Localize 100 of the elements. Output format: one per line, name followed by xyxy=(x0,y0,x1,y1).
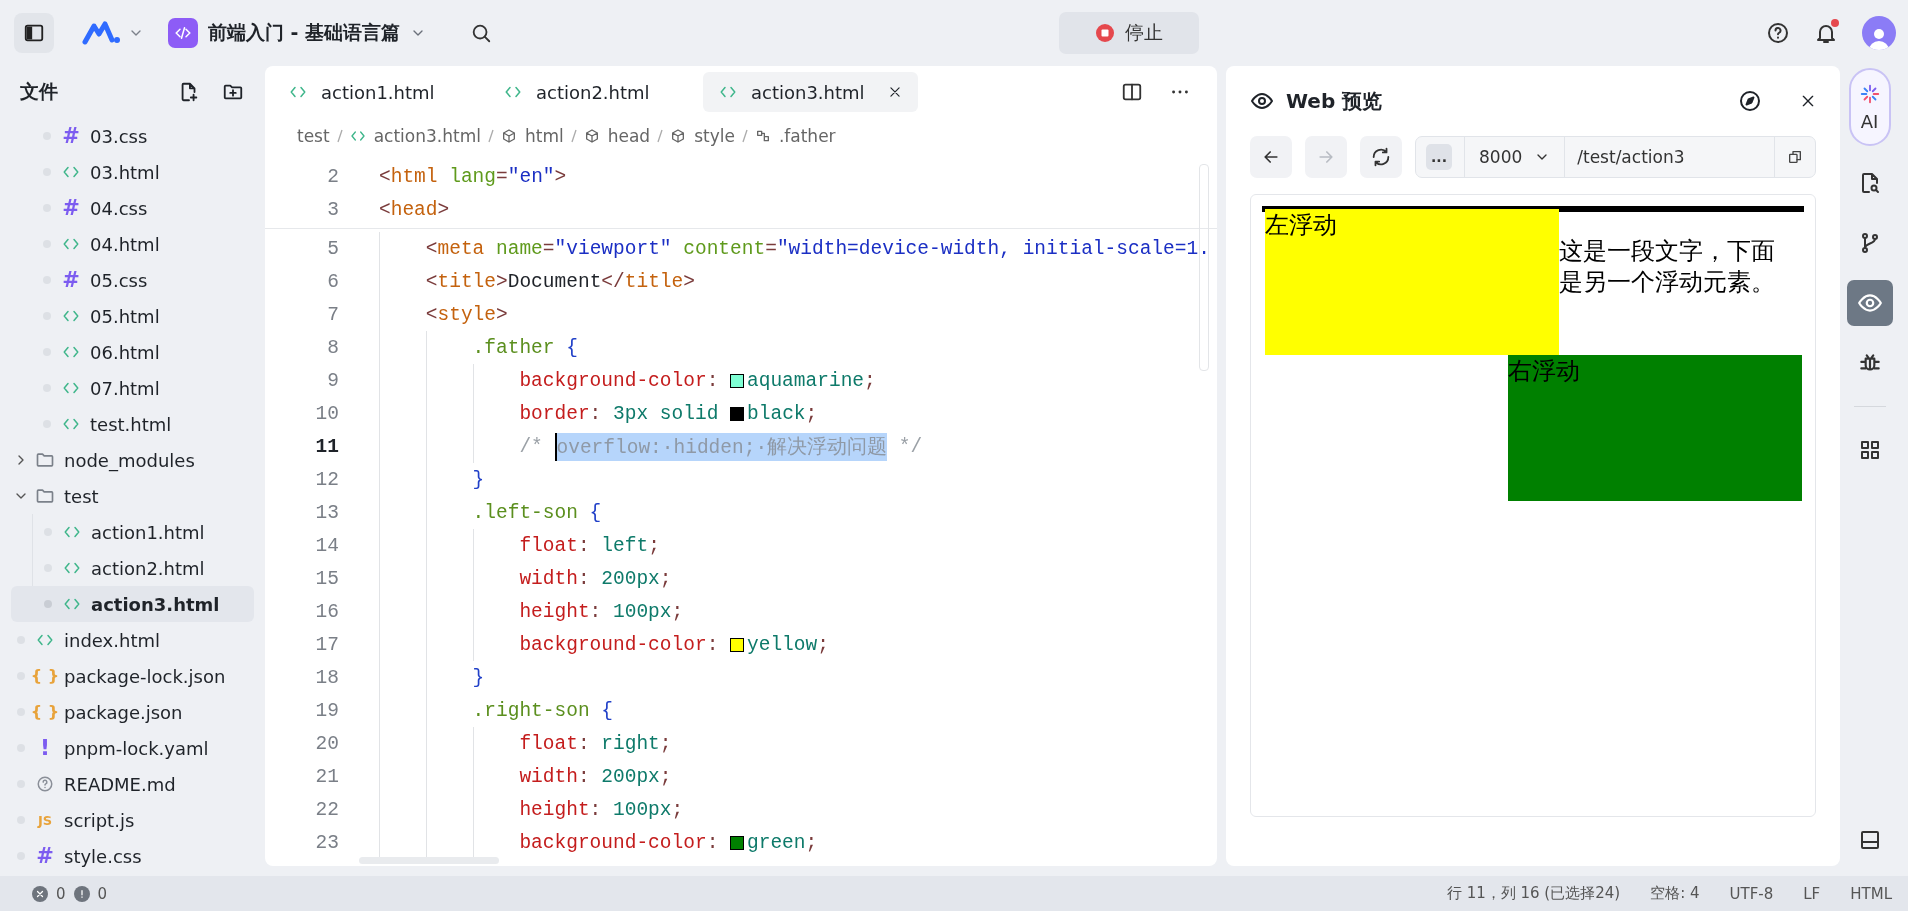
line-number: 18 xyxy=(314,666,339,689)
cube-icon xyxy=(583,128,600,144)
code-token: head xyxy=(390,198,438,221)
hash-icon: # xyxy=(62,125,80,147)
stop-button[interactable]: 停止 xyxy=(1059,12,1200,54)
breadcrumb-item[interactable]: style xyxy=(670,126,735,146)
file-item[interactable]: index.html xyxy=(10,622,254,658)
code-token: .father xyxy=(472,336,555,359)
code-token: ; xyxy=(671,798,684,821)
back-button[interactable] xyxy=(1250,136,1292,178)
close-icon[interactable] xyxy=(1800,93,1816,109)
line-ending[interactable]: LF xyxy=(1803,884,1821,903)
sidebar-toggle-button[interactable] xyxy=(14,13,54,53)
folder-item[interactable]: node_modules xyxy=(10,442,254,478)
file-item[interactable]: # style.css xyxy=(10,838,254,874)
breadcrumb-item[interactable]: .father xyxy=(754,126,836,146)
close-icon[interactable] xyxy=(888,85,902,99)
code-token: left xyxy=(600,534,649,557)
breadcrumb-separator xyxy=(486,128,495,144)
braces-icon: { } xyxy=(30,668,60,684)
editor-tab[interactable]: action2.html xyxy=(488,72,703,112)
file-item[interactable]: action2.html xyxy=(11,550,254,586)
ai-button[interactable]: AI xyxy=(1848,68,1891,146)
warning-icon xyxy=(73,885,90,902)
code-token: "viewport" xyxy=(554,237,672,260)
warning-count[interactable]: 0 xyxy=(97,884,108,903)
file-item[interactable]: 06.html xyxy=(10,334,254,370)
port-select[interactable]: 8000 xyxy=(1464,137,1566,177)
scrollbar[interactable] xyxy=(359,857,499,864)
hash-icon: # xyxy=(62,197,80,219)
color-swatch[interactable] xyxy=(730,637,744,652)
code-token: ; xyxy=(659,567,672,590)
language-mode[interactable]: HTML xyxy=(1850,884,1892,903)
stop-icon xyxy=(1095,23,1116,43)
split-view-icon[interactable] xyxy=(1121,81,1143,103)
copy-icon[interactable] xyxy=(1787,149,1803,165)
indent-setting[interactable]: 空格: 4 xyxy=(1650,884,1700,903)
code-token: background-color xyxy=(519,831,707,854)
color-swatch[interactable] xyxy=(730,835,744,850)
code-token: border xyxy=(519,402,590,425)
breadcrumb-item[interactable]: test xyxy=(297,126,330,146)
code-token: > xyxy=(496,303,508,326)
cursor-position[interactable]: 行 11，列 16 (已选择24) xyxy=(1446,884,1621,903)
file-item[interactable]: README.md xyxy=(10,766,254,802)
code-token: > xyxy=(496,270,508,293)
compass-icon[interactable] xyxy=(1738,89,1762,113)
project-title[interactable]: 前端入门 - 基础语言篇 xyxy=(208,20,401,46)
code-token: : xyxy=(577,534,590,557)
editor-tab[interactable]: action3.html xyxy=(703,72,918,112)
code-token: ; xyxy=(805,831,818,854)
code-token: > xyxy=(437,198,450,221)
code-token: .left-son xyxy=(472,501,578,524)
file-item[interactable]: { } package-lock.json xyxy=(10,658,254,694)
file-item[interactable]: JS script.js xyxy=(10,802,254,838)
more-button[interactable]: ... xyxy=(1426,144,1452,170)
file-item[interactable]: action1.html xyxy=(11,514,254,550)
file-item[interactable]: ! pnpm-lock.yaml xyxy=(10,730,254,766)
file-item[interactable]: 04.html xyxy=(10,226,254,262)
file-item[interactable]: # 05.css xyxy=(10,262,254,298)
breadcrumb-item[interactable]: html xyxy=(500,126,564,146)
file-item[interactable]: 07.html xyxy=(10,370,254,406)
error-count[interactable]: 0 xyxy=(56,884,66,903)
help-icon[interactable] xyxy=(1766,21,1790,45)
file-item[interactable]: { } package.json xyxy=(10,694,254,730)
logo-icon[interactable] xyxy=(82,20,122,46)
breadcrumb-item[interactable]: head xyxy=(583,126,651,146)
refresh-button[interactable] xyxy=(1360,136,1402,178)
code-token: yellow xyxy=(747,633,818,656)
file-item[interactable]: test.html xyxy=(10,406,254,442)
folder-item[interactable]: test xyxy=(10,478,254,514)
breadcrumb-item[interactable]: action3.html xyxy=(349,126,481,146)
color-swatch[interactable] xyxy=(730,373,744,388)
search-icon[interactable] xyxy=(470,22,493,44)
file-item[interactable]: # 03.css xyxy=(10,118,254,154)
code-token: name xyxy=(495,237,543,260)
color-swatch[interactable] xyxy=(730,406,745,421)
code-token: : xyxy=(589,798,602,821)
code-token: float xyxy=(519,534,578,557)
code-token: ; xyxy=(817,633,829,656)
editor-tab[interactable]: action1.html xyxy=(273,72,488,112)
code-token: { xyxy=(588,501,602,524)
code-token: "width=device-width, initial-scale=1. xyxy=(776,237,1210,260)
file-item[interactable]: 03.html xyxy=(10,154,254,190)
code-token: /* xyxy=(519,435,544,458)
breadcrumb-separator xyxy=(335,128,344,144)
file-item[interactable]: action3.html xyxy=(11,586,254,622)
url-bar[interactable]: ... 8000 /test/action3 xyxy=(1415,136,1816,178)
line-number: 21 xyxy=(314,765,339,788)
file-item[interactable]: # 04.css xyxy=(10,190,254,226)
code-token: > xyxy=(554,165,567,188)
avatar[interactable] xyxy=(1862,16,1896,50)
encoding[interactable]: UTF-8 xyxy=(1729,884,1774,903)
breadcrumb-separator xyxy=(656,128,665,144)
code-token: </ xyxy=(601,270,625,293)
line-number: 11 xyxy=(314,435,339,458)
selected-text: overflow:·hidden;·解决浮动问题 xyxy=(554,432,888,461)
file-item[interactable]: 05.html xyxy=(10,298,254,334)
paragraph: 这是一段文字，下面是另一个浮动元素。 xyxy=(1559,237,1775,297)
line-number: 5 xyxy=(326,237,339,260)
url-path[interactable]: /test/action3 xyxy=(1565,147,1774,167)
